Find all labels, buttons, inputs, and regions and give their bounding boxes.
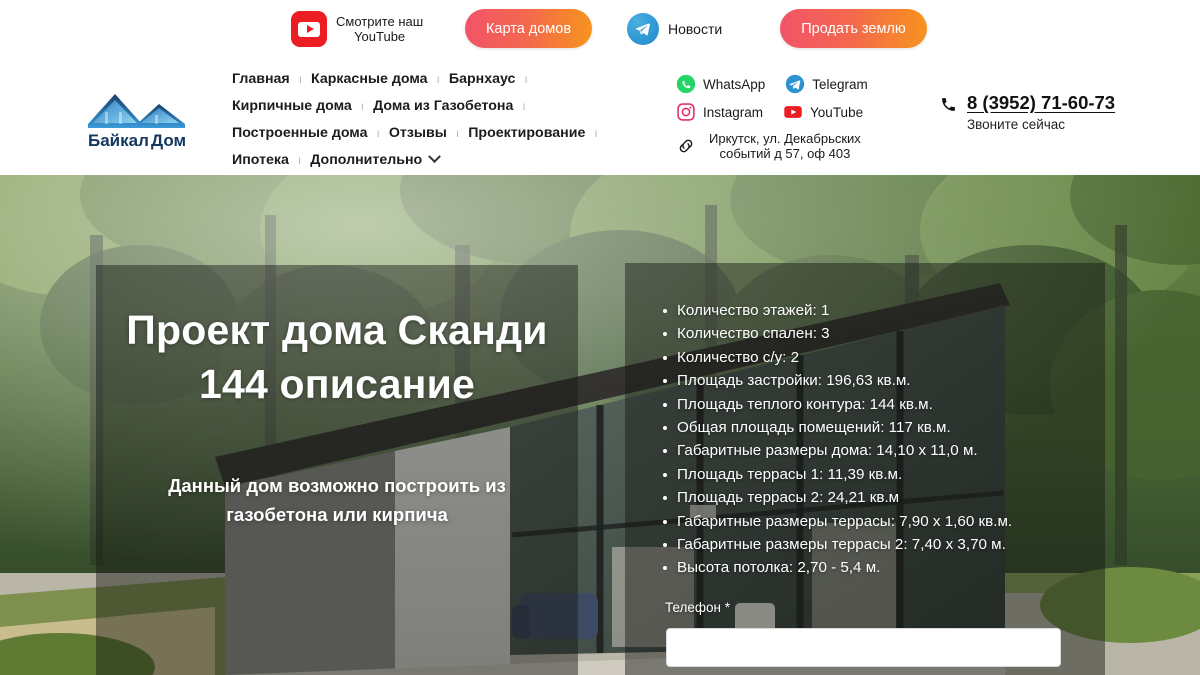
youtube-icon (291, 11, 327, 47)
list-item: Габаритные размеры дома: 14,10 х 11,0 м. (661, 439, 1081, 462)
youtube-promo-link[interactable]: Смотрите наш YouTube (291, 11, 423, 47)
list-item: Общая площадь помещений: 117 кв.м. (661, 416, 1081, 439)
svg-text:Байкал: Байкал (88, 131, 149, 150)
list-item: Количество спален: 3 (661, 322, 1081, 345)
telegram-label: Telegram (812, 76, 868, 92)
map-of-houses-button[interactable]: Карта домов (465, 9, 592, 48)
nav-separator: ı (297, 152, 302, 167)
hero-subtitle: Данный дом возможно построить из газобет… (168, 475, 506, 525)
telegram-link[interactable]: Telegram (785, 74, 868, 94)
page-title: Проект дома Сканди 144 описание (126, 307, 548, 407)
link-icon (679, 139, 693, 153)
nav-separator: ı (376, 125, 380, 140)
social-row-1: WhatsApp Telegram (676, 70, 926, 98)
telegram-news-link[interactable]: Новости (627, 13, 722, 45)
list-item: Количество с/у: 2 (661, 346, 1081, 369)
phone-input[interactable] (666, 628, 1061, 667)
nav-item-home[interactable]: Главная (232, 71, 290, 87)
nav-separator: ı (436, 71, 440, 86)
youtube-icon (784, 106, 802, 118)
instagram-icon (677, 103, 695, 121)
phone-field-label: Телефон * (665, 600, 731, 615)
nav-item-built-houses[interactable]: Построенные дома (232, 125, 368, 141)
social-row-2: Instagram YouTube (676, 98, 926, 126)
telegram-icon (627, 13, 659, 45)
nav-item-barnhouse[interactable]: Барнхаус (449, 71, 516, 87)
list-item: Площадь теплого контура: 144 кв.м. (661, 393, 1081, 416)
address-text: Иркутск, ул. Декабрьских событий д 57, о… (709, 131, 861, 161)
nav-item-aerated-concrete[interactable]: Дома из Газобетона (373, 98, 513, 114)
nav-row-3: Построенные дома ı Отзывы ı Проектирован… (232, 119, 632, 146)
youtube-link[interactable]: YouTube (783, 102, 863, 122)
whatsapp-icon (676, 74, 696, 94)
list-item: Габаритные размеры террасы: 7,90 х 1,60 … (661, 510, 1081, 533)
nav-item-design[interactable]: Проектирование (468, 125, 585, 141)
nav-row-2: Кирпичные дома ı Дома из Газобетона ı (232, 92, 632, 119)
nav-item-more[interactable]: Дополнительно (310, 152, 422, 168)
list-item: Высота потолка: 2,70 - 5,4 м. (661, 556, 1081, 579)
site-logo[interactable]: Байкал Дом (85, 88, 200, 150)
main-navigation: Главная ı Каркасные дома ı Барнхаус ı Ки… (232, 65, 632, 173)
nav-separator: ı (360, 98, 365, 113)
svg-text:Дом: Дом (151, 131, 186, 150)
promo-bar: Смотрите наш YouTube Карта домов Новости… (0, 0, 1200, 58)
whatsapp-label: WhatsApp (703, 76, 766, 92)
hero-section: Проект дома Сканди 144 описание Данный д… (0, 175, 1200, 675)
phone-block: 8 (3952) 71-60-73 Звоните сейчас (940, 92, 1115, 132)
phone-caption: Звоните сейчас (967, 117, 1066, 132)
nav-separator: ı (522, 98, 526, 113)
house-specs-list: Количество этажей: 1 Количество спален: … (661, 299, 1081, 580)
whatsapp-link[interactable]: WhatsApp (676, 74, 765, 94)
list-item: Габаритные размеры террасы 2: 7,40 х 3,7… (661, 533, 1081, 556)
list-item: Площадь застройки: 196,63 кв.м. (661, 369, 1081, 392)
nav-separator: ı (524, 71, 528, 86)
contacts-block: WhatsApp Telegram Instagram YouTube Ирку… (676, 70, 926, 161)
instagram-link[interactable]: Instagram (676, 102, 763, 122)
nav-item-mortgage[interactable]: Ипотека (232, 152, 289, 168)
phone-number-link[interactable]: 8 (3952) 71-60-73 (967, 92, 1115, 114)
nav-separator: ı (594, 125, 598, 140)
nav-separator: ı (455, 125, 460, 140)
telegram-news-label: Новости (668, 21, 723, 37)
list-item: Площадь террасы 1: 11,39 кв.м. (661, 463, 1081, 486)
nav-item-reviews[interactable]: Отзывы (389, 125, 447, 141)
sell-land-button[interactable]: Продать землю (780, 9, 927, 48)
telegram-icon (786, 74, 805, 94)
site-header: Смотрите наш YouTube Карта домов Новости… (0, 0, 1200, 175)
youtube-promo-label: Смотрите наш YouTube (336, 14, 424, 44)
chevron-down-icon[interactable] (428, 150, 442, 164)
nav-separator: ı (298, 71, 303, 86)
nav-item-frame-houses[interactable]: Каркасные дома (311, 71, 427, 87)
instagram-label: Instagram (703, 104, 764, 120)
nav-item-brick-houses[interactable]: Кирпичные дома (232, 98, 352, 114)
list-item: Площадь террасы 2: 24,21 кв.м (661, 486, 1081, 509)
address-row: Иркутск, ул. Декабрьских событий д 57, о… (676, 131, 926, 161)
list-item: Количество этажей: 1 (661, 299, 1081, 322)
nav-row-1: Главная ı Каркасные дома ı Барнхаус ı (232, 65, 632, 92)
nav-row-4: Ипотека ı Дополнительно (232, 146, 632, 173)
youtube-label: YouTube (810, 104, 864, 120)
phone-icon (942, 98, 955, 111)
